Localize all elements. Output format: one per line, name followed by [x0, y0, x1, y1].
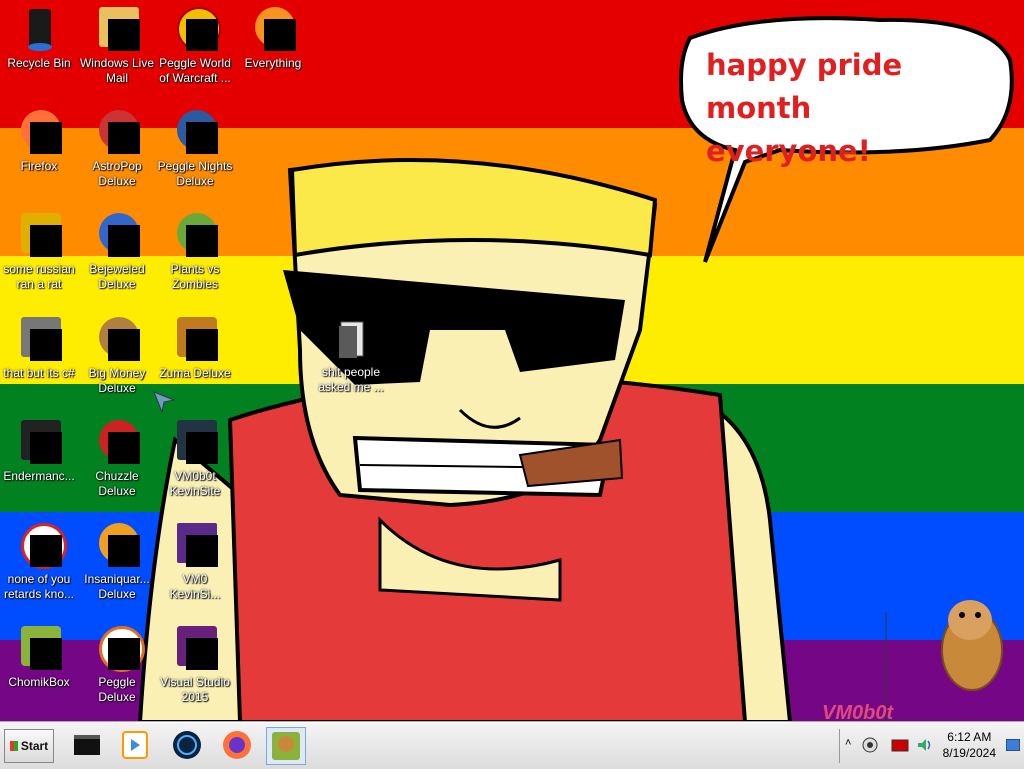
chomikbox-icon — [272, 732, 300, 760]
desktop-icon-peggle-deluxe[interactable]: Peggle Deluxe — [78, 624, 156, 705]
desktop-icon-chuzzle[interactable]: Chuzzle Deluxe — [78, 418, 156, 499]
windows-live-mail-icon — [93, 5, 141, 53]
desktop-icon-big-money[interactable]: Big Money Deluxe — [78, 315, 156, 396]
tray-network-icon[interactable] — [891, 738, 909, 752]
bejeweled-icon — [93, 211, 141, 259]
system-tray: ˄ 6:12 AM 8/19/2024 — [839, 723, 1024, 769]
chuzzle-icon — [93, 418, 141, 466]
folder-icon — [327, 314, 375, 362]
windows-logo-icon — [9, 741, 18, 751]
globe-icon — [173, 731, 201, 759]
desktop-icon-windows-live-mail[interactable]: Windows Live Mail — [78, 5, 156, 86]
chomikbox-icon — [15, 624, 63, 672]
everything-search-icon — [249, 5, 297, 53]
big-money-icon — [93, 315, 141, 363]
start-label: Start — [20, 739, 49, 753]
icon-label: VM0b0t KevinSite — [169, 469, 221, 498]
show-desktop-icon[interactable] — [1006, 739, 1020, 751]
icon-label: Chuzzle Deluxe — [95, 469, 139, 498]
desktop-icon-bejeweled[interactable]: Bejeweled Deluxe — [78, 211, 156, 292]
speech-line-2: everyone! — [706, 134, 871, 168]
game-icon — [15, 211, 63, 259]
icon-label: ChomikBox — [8, 675, 70, 689]
speech-bubble-text: happy pride month everyone! — [706, 44, 996, 173]
desktop-icon-vm0b0t-kevinsite[interactable]: VM0b0t KevinSite — [156, 418, 234, 499]
icon-label: Recycle Bin — [7, 56, 71, 70]
desktop-icon-insaniquarium[interactable]: Insaniquar... Deluxe — [78, 521, 156, 602]
visual-studio-icon — [171, 624, 219, 672]
zuma-icon — [171, 315, 219, 363]
terminal-icon — [15, 418, 63, 466]
vm0b0t-icon — [171, 418, 219, 466]
icon-label: VM0 KevinSi... — [169, 572, 221, 601]
firefox-icon — [223, 731, 251, 759]
tray-app-icon[interactable] — [861, 736, 879, 754]
desktop-icon-zuma[interactable]: Zuma Deluxe — [156, 315, 234, 381]
desktop-icon-everything[interactable]: Everything — [234, 5, 312, 71]
desktop: happy pride month everyone! VM0b0t Recyc… — [0, 0, 1024, 722]
desktop-icon-endermanch[interactable]: Endermanc... — [0, 418, 78, 484]
desktop-icon-peggle-wow[interactable]: Peggle World of Warcraft ... — [156, 5, 234, 86]
icon-label: some russian ran a rat — [3, 262, 75, 291]
desktop-icon-chomikbox[interactable]: ChomikBox — [0, 624, 78, 690]
shortcut-icon — [15, 315, 63, 363]
icon-label: Zuma Deluxe — [159, 366, 231, 380]
desktop-icon-vm0-kevinsite[interactable]: VM0 KevinSi... — [156, 521, 234, 602]
desktop-icon-folder[interactable]: shit people asked me ... — [312, 314, 390, 395]
plants-vs-zombies-icon — [171, 211, 219, 259]
icon-label: AstroPop Deluxe — [92, 159, 142, 188]
desktop-icon-none-of-you[interactable]: none of you retards kno... — [0, 521, 78, 602]
recycle-bin-icon — [15, 5, 63, 53]
peggle-nights-icon — [171, 108, 219, 156]
taskbar-item-firefox[interactable] — [218, 727, 256, 763]
desktop-icon-visual-studio[interactable]: Visual Studio 2015 — [156, 624, 234, 705]
peggle-icon — [15, 521, 67, 569]
watermark-text: VM0b0t — [822, 702, 894, 722]
desktop-icon-that-but-csharp[interactable]: that but its c# — [0, 315, 78, 381]
icon-label: Plants vs Zombies — [170, 262, 220, 291]
icon-label: Big Money Deluxe — [88, 366, 146, 395]
desktop-icon-russian-rat[interactable]: some russian ran a rat — [0, 211, 78, 292]
taskbar-item-chomikbox[interactable] — [266, 727, 306, 765]
icon-label: that but its c# — [3, 366, 75, 380]
start-button[interactable]: Start — [4, 729, 54, 763]
icon-label: Everything — [244, 56, 302, 70]
icon-label: Peggle World of Warcraft ... — [159, 56, 231, 85]
peggle-wow-icon — [171, 5, 221, 53]
peggle-deluxe-icon — [93, 624, 145, 672]
taskbar-item-command-prompt[interactable] — [68, 727, 106, 763]
icon-label: Firefox — [20, 159, 58, 173]
clock[interactable]: 6:12 AM 8/19/2024 — [943, 729, 996, 761]
icon-label: Peggle Nights Deluxe — [157, 159, 233, 188]
icon-label: Peggle Deluxe — [98, 675, 136, 704]
clock-date: 8/19/2024 — [942, 746, 996, 760]
insaniquarium-icon — [93, 521, 141, 569]
taskbar-item-globe[interactable] — [168, 727, 206, 763]
icon-label: Insaniquar... Deluxe — [84, 572, 150, 601]
mouse-cursor-icon — [153, 391, 176, 414]
desktop-icon-plants-vs-zombies[interactable]: Plants vs Zombies — [156, 211, 234, 292]
icon-label: Windows Live Mail — [79, 56, 155, 85]
icon-label: none of you retards kno... — [3, 572, 75, 601]
icon-label: Visual Studio 2015 — [160, 675, 230, 704]
icon-label: Bejeweled Deluxe — [89, 262, 145, 291]
desktop-icon-astropop[interactable]: AstroPop Deluxe — [78, 108, 156, 189]
tray-overflow-chevron-icon[interactable]: ˄ — [845, 737, 851, 749]
media-player-icon — [122, 731, 148, 759]
desktop-icon-peggle-nights[interactable]: Peggle Nights Deluxe — [156, 108, 234, 189]
document-icon — [171, 521, 219, 569]
speech-line-1: happy pride month — [706, 48, 903, 125]
tray-volume-icon[interactable] — [915, 736, 933, 754]
clock-time: 6:12 AM — [947, 730, 992, 744]
astropop-icon — [93, 108, 141, 156]
firefox-icon — [15, 108, 63, 156]
tray-separator — [839, 729, 840, 763]
icon-label: shit people asked me ... — [318, 365, 384, 394]
taskbar: Start ˄ 6:12 AM 8/19/2024 — [0, 722, 1024, 769]
desktop-icon-recycle-bin[interactable]: Recycle Bin — [0, 5, 78, 71]
cmd-icon — [74, 735, 100, 755]
desktop-icon-firefox[interactable]: Firefox — [0, 108, 78, 174]
icon-label: Endermanc... — [3, 469, 75, 483]
taskbar-item-media-player[interactable] — [116, 727, 154, 763]
